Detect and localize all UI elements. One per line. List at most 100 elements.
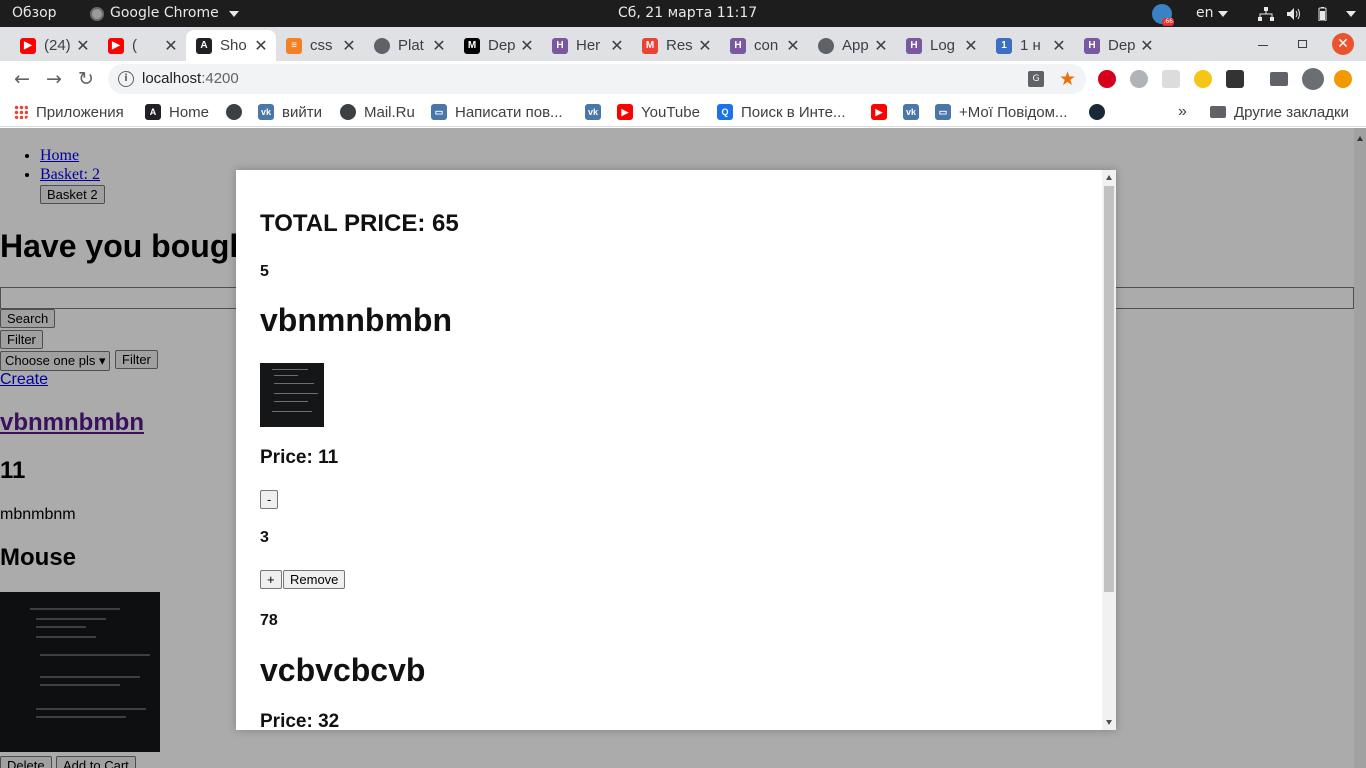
- basket-item-quantity: 3: [260, 529, 269, 546]
- increase-quantity-button[interactable]: +: [260, 570, 282, 589]
- bookmark-item[interactable]: vk: [903, 97, 919, 127]
- bookmark-item[interactable]: ▭ +Мої Повідом...: [935, 97, 1067, 127]
- browser-tab[interactable]: 1 1 н ✕: [986, 30, 1074, 61]
- browser-tab[interactable]: H Her ✕: [542, 30, 632, 61]
- browser-tab[interactable]: M Dep ✕: [454, 30, 542, 61]
- browser-tab[interactable]: ▶ ( ✕: [98, 30, 186, 61]
- tab-title: Res: [666, 37, 693, 54]
- browser-tab[interactable]: Plat ✕: [364, 30, 454, 61]
- bookmark-item[interactable]: [1089, 97, 1105, 127]
- address-bar[interactable]: i localhost:4200 G ★: [108, 64, 1086, 94]
- browser-tab[interactable]: ▶ (24) ✕: [10, 30, 98, 61]
- close-icon[interactable]: ✕: [74, 36, 92, 56]
- other-bookmarks-label: Другие закладки: [1234, 103, 1349, 121]
- chevron-down-icon: [228, 10, 239, 17]
- bookmarks-overflow-button[interactable]: »: [1178, 97, 1187, 127]
- browser-tab[interactable]: ≡ css ✕: [276, 30, 364, 61]
- bookmark-item[interactable]: Приложения: [14, 97, 124, 127]
- scrollbar-thumb[interactable]: [1104, 186, 1114, 592]
- bookmark-item[interactable]: vk: [585, 97, 601, 127]
- activities-button[interactable]: Обзор: [12, 0, 57, 27]
- extension-icon[interactable]: [1194, 70, 1212, 88]
- close-icon[interactable]: ✕: [1138, 36, 1156, 56]
- close-icon[interactable]: ✕: [252, 36, 270, 56]
- browser-tab[interactable]: H con ✕: [720, 30, 808, 61]
- maximize-button[interactable]: [1298, 40, 1307, 48]
- language-selector[interactable]: en: [1196, 0, 1228, 27]
- extension-icon[interactable]: [1226, 70, 1244, 88]
- extension-icon[interactable]: [1162, 70, 1180, 88]
- url-host: localhost: [142, 70, 202, 87]
- close-icon[interactable]: ✕: [784, 36, 802, 56]
- minimize-button[interactable]: [1258, 45, 1268, 46]
- media-control-icon[interactable]: [1270, 72, 1288, 86]
- close-icon[interactable]: ✕: [608, 36, 626, 56]
- angular-icon: A: [145, 104, 161, 120]
- steam-icon: [1089, 104, 1105, 120]
- close-icon[interactable]: ✕: [518, 36, 536, 56]
- chrome-menu-update-icon[interactable]: [1334, 70, 1352, 88]
- close-icon[interactable]: ✕: [162, 36, 180, 56]
- browser-toolbar: ← → ↻ i localhost:4200 G ★: [0, 61, 1366, 97]
- browser-tab[interactable]: H Dep ✕: [1074, 30, 1162, 61]
- url-text[interactable]: localhost:4200: [142, 64, 239, 94]
- bookmark-label: Написати пов...: [455, 103, 563, 121]
- basket-item-id: 5: [260, 263, 269, 280]
- bookmark-item[interactable]: [226, 97, 242, 127]
- bookmark-item[interactable]: Mail.Ru: [340, 97, 415, 127]
- close-icon[interactable]: ✕: [430, 36, 448, 56]
- system-top-bar: Обзор Google Chrome Сб, 21 марта 11:17 .…: [0, 0, 1366, 27]
- tab-title: css: [310, 37, 333, 54]
- close-icon[interactable]: ✕: [696, 36, 714, 56]
- globe-icon: [340, 104, 356, 120]
- translate-icon[interactable]: G: [1028, 71, 1044, 87]
- angular-icon: A: [196, 37, 212, 54]
- adblock-extension-icon[interactable]: [1098, 70, 1116, 88]
- browser-tab[interactable]: App ✕: [808, 30, 896, 61]
- close-icon[interactable]: ✕: [1050, 36, 1068, 56]
- browser-tab[interactable]: H Log ✕: [896, 30, 986, 61]
- system-menu[interactable]: [1258, 0, 1356, 27]
- tab-title: App: [842, 37, 869, 54]
- app-name: Google Chrome: [110, 5, 219, 21]
- reload-button[interactable]: ↻: [74, 67, 98, 91]
- bookmark-label: вийти: [282, 103, 322, 121]
- browser-tab-active[interactable]: A Sho ✕: [186, 30, 276, 61]
- info-icon[interactable]: i: [118, 71, 134, 87]
- search-engine-icon: Q: [717, 104, 733, 120]
- chat-icon: ▭: [431, 104, 447, 120]
- modal-scrollbar[interactable]: [1102, 170, 1116, 730]
- browser-tab[interactable]: M Res ✕: [632, 30, 720, 61]
- bookmark-item[interactable]: ▶ YouTube: [617, 97, 700, 127]
- bookmark-item[interactable]: ▭ Написати пов...: [431, 97, 563, 127]
- basket-modal: TOTAL PRICE: 65 5 vbnmnbmbn Price: 11 - …: [236, 170, 1116, 730]
- back-button[interactable]: ←: [10, 67, 34, 91]
- bookmark-item[interactable]: Q Поиск в Инте...: [717, 97, 845, 127]
- avatar[interactable]: [1302, 68, 1324, 90]
- notification-indicator-icon[interactable]: .66: [1152, 4, 1174, 26]
- bookmark-item[interactable]: A Home: [145, 97, 209, 127]
- heroku-icon: H: [1084, 37, 1100, 54]
- bookmark-item[interactable]: ▶: [871, 97, 887, 127]
- decrease-quantity-button[interactable]: -: [260, 490, 279, 509]
- window-close-button[interactable]: ✕: [1332, 33, 1354, 55]
- scroll-down-icon[interactable]: [1106, 720, 1112, 725]
- app-menu[interactable]: Google Chrome: [90, 0, 239, 27]
- scroll-up-icon[interactable]: [1106, 175, 1112, 180]
- remove-item-button[interactable]: Remove: [283, 570, 346, 589]
- close-icon[interactable]: ✕: [340, 36, 358, 56]
- extension-icon[interactable]: [1130, 70, 1148, 88]
- forward-button[interactable]: →: [42, 67, 66, 91]
- basket-item-image: [260, 363, 324, 427]
- bookmark-star-icon[interactable]: ★: [1059, 67, 1076, 91]
- bookmark-item[interactable]: vk вийти: [258, 97, 322, 127]
- tab-title: Log: [930, 37, 956, 54]
- bookmark-label: Приложения: [36, 103, 124, 121]
- basket-item-price: Price: 11: [260, 447, 339, 468]
- heroku-icon: H: [730, 37, 746, 54]
- other-bookmarks-folder[interactable]: Другие закладки: [1210, 97, 1349, 127]
- close-icon[interactable]: ✕: [872, 36, 890, 56]
- tab-strip: ▶ (24) ✕ ▶ ( ✕ A Sho ✕ ≡ css ✕ Plat ✕ M …: [0, 27, 1366, 82]
- clock[interactable]: Сб, 21 марта 11:17: [618, 0, 757, 27]
- close-icon[interactable]: ✕: [962, 36, 980, 56]
